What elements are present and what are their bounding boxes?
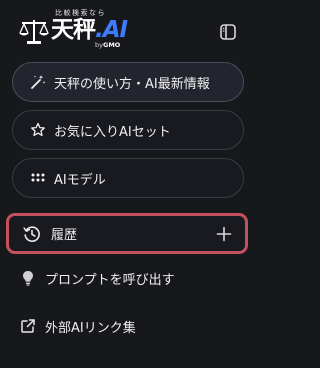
logo-ai: .AI xyxy=(95,17,128,43)
external-ai-links-item[interactable]: 外部AIリンク集 xyxy=(12,308,244,344)
history-item[interactable]: 履歴 xyxy=(6,213,248,254)
favorite-ai-set-button[interactable]: お気に入りAIセット xyxy=(12,110,244,150)
plus-icon[interactable] xyxy=(215,225,233,243)
recall-prompt-label: プロンプトを呼び出す xyxy=(45,272,175,288)
balance-scale-icon xyxy=(19,19,49,45)
how-to-use-label: 天秤の使い方・AI最新情報 xyxy=(54,76,210,92)
logo-by-gmo: byGMO xyxy=(95,41,120,49)
external-ai-links-label: 外部AIリンク集 xyxy=(45,320,136,336)
history-label: 履歴 xyxy=(51,228,78,243)
lightbulb-icon xyxy=(20,270,36,286)
history-clock-icon xyxy=(23,225,41,243)
recall-prompt-item[interactable]: プロンプトを呼び出す xyxy=(12,260,244,296)
logo-wordmark: 天秤.AI xyxy=(51,16,128,44)
star-icon xyxy=(30,122,46,138)
sidebar-toggle-icon[interactable] xyxy=(218,22,238,42)
external-link-icon xyxy=(20,318,36,334)
logo-gmo-text: GMO xyxy=(102,41,121,49)
how-to-use-button[interactable]: 天秤の使い方・AI最新情報 xyxy=(12,62,244,102)
ai-models-button[interactable]: AIモデル xyxy=(12,158,244,198)
sidebar-panel: 比較検索なら 天秤.AI byGMO 天秤の使い方・AI最新情報 お気に入りAI… xyxy=(0,0,259,368)
magic-wand-icon xyxy=(30,74,46,90)
logo-kanji: 天秤 xyxy=(51,17,96,43)
ai-models-label: AIモデル xyxy=(54,172,106,188)
logo[interactable]: 比較検索なら 天秤.AI byGMO xyxy=(19,8,169,49)
sidebar-header: 比較検索なら 天秤.AI byGMO xyxy=(0,0,259,58)
favorite-ai-set-label: お気に入りAIセット xyxy=(54,124,171,140)
grid-dots-icon xyxy=(30,170,46,186)
logo-by-text: by xyxy=(95,41,103,49)
